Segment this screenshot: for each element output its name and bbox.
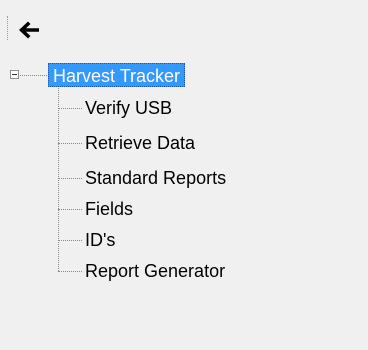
tree-connector (58, 271, 82, 272)
tree-item-standard-reports[interactable]: Standard Reports (58, 163, 358, 193)
back-arrow-icon (19, 21, 39, 39)
tree-connector (20, 75, 47, 76)
tree-item-ids[interactable]: ID's (58, 225, 358, 255)
back-button[interactable] (14, 17, 44, 43)
tree-item-label: Verify USB (85, 98, 173, 118)
tree-connector (58, 209, 82, 210)
tree-connector (58, 240, 82, 241)
tree-root-harvest-tracker[interactable]: Harvest Tracker (48, 63, 186, 87)
tree-item-fields[interactable]: Fields (58, 194, 358, 224)
toolbar-separator (7, 16, 9, 40)
tree-item-label: Retrieve Data (85, 133, 196, 153)
tree-connector (58, 178, 82, 179)
tree-item-label: Fields (85, 199, 134, 219)
tree-item-label: ID's (85, 230, 116, 250)
tree-connector (58, 143, 82, 144)
tree-item-label: Report Generator (85, 261, 226, 281)
tree-item-retrieve-data[interactable]: Retrieve Data (58, 128, 358, 158)
collapse-toggle-icon[interactable] (10, 70, 19, 79)
navigation-tree: Harvest Tracker Verify USB Retrieve Data… (7, 61, 363, 350)
tree-connector (58, 108, 82, 109)
tree-item-label: Standard Reports (85, 168, 227, 188)
tree-item-report-generator[interactable]: Report Generator (58, 256, 358, 286)
tree-item-verify-usb[interactable]: Verify USB (58, 93, 358, 123)
